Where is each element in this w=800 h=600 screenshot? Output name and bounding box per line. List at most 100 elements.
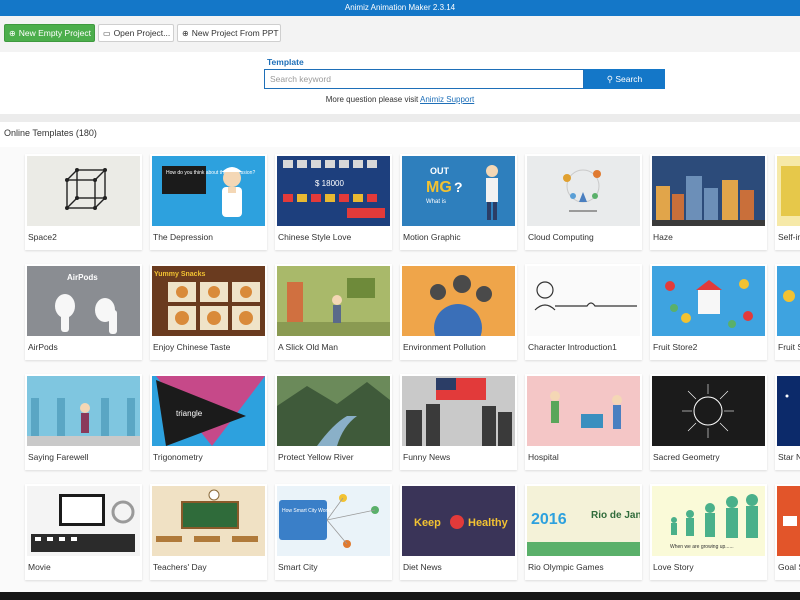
fruit-store-illustration [652,266,765,336]
template-grid: Space2 How do you think about the depres… [0,147,800,592]
new-empty-project-label: New Empty Project [18,28,91,38]
new-empty-project-button[interactable]: ⊕ New Empty Project [4,24,95,42]
template-card-a-slick-old-man[interactable]: A Slick Old Man [275,264,392,360]
template-card-space2[interactable]: Space2 [25,154,142,250]
help-text: More question please visit Animiz Suppor… [0,95,800,104]
template-card-hospital[interactable]: Hospital [525,374,642,470]
template-search-panel: Template ⚲ Search More question please v… [0,52,800,114]
template-card-protect-yellow-river[interactable]: Protect Yellow River [275,374,392,470]
teachers-day-illustration [152,486,265,556]
template-name: Space2 [28,232,57,242]
template-name: Environment Pollution [403,342,486,352]
template-card-diet-news[interactable]: Keep Healthy Diet News [400,484,517,580]
template-name: Protect Yellow River [278,452,354,462]
template-card-the-depression[interactable]: How do you think about the depression? T… [150,154,267,250]
template-card-movie[interactable]: Movie [25,484,142,580]
template-card-star-n[interactable]: Star N [775,374,800,470]
motion-graphic-illustration: OUT MG ? What is [402,156,515,226]
template-card-smart-city[interactable]: How Smart City Works ? Smart City [275,484,392,580]
star-n-illustration [777,376,800,446]
template-card-chinese-style-love[interactable]: $ 18000 Chinese Style Love [275,154,392,250]
template-card-character-introduction1[interactable]: Character Introduction1 [525,264,642,360]
template-name: Chinese Style Love [278,232,352,242]
old-man-illustration [277,266,390,336]
template-name: Diet News [403,562,442,572]
template-thumbnail [27,156,140,226]
search-button[interactable]: ⚲ Search [584,69,665,89]
rio-thumb-year: 2016 [531,511,567,528]
template-card-fruit-s[interactable]: Fruit S [775,264,800,360]
template-card-trigonometry[interactable]: triangle Trigonometry [150,374,267,470]
template-card-saying-farewell[interactable]: Saying Farewell [25,374,142,470]
diet-thumb-keep: Keep [414,517,441,529]
template-name: Cloud Computing [528,232,594,242]
template-thumbnail: Yummy Snacks [152,266,265,336]
airpods-thumb-title: AirPods [67,273,98,282]
template-card-enjoy-chinese-taste[interactable]: Yummy Snacks Enjoy Chinese Taste [150,264,267,360]
template-thumbnail: $ 18000 [277,156,390,226]
template-card-cloud-computing[interactable]: Cloud Computing [525,154,642,250]
cube-illustration [27,156,140,226]
help-message: More question please visit [325,95,419,104]
airpods-illustration: AirPods [27,266,140,336]
folder-icon: ▭ [103,29,111,38]
template-thumbnail: 2016 Rio de Janeiro [527,486,640,556]
window-title: Animiz Animation Maker 2.3.14 [344,3,456,12]
self-in-illustration [777,156,800,226]
template-name: Trigonometry [153,452,203,462]
goal-s-illustration [777,486,800,556]
plus-circle-icon: ⊕ [182,29,189,38]
template-card-love-story[interactable]: When we are growing up...... Love Story [650,484,767,580]
template-card-teachers-day[interactable]: Teachers' Day [150,484,267,580]
depression-illustration: How do you think about the depression? [152,156,265,226]
template-card-funny-news[interactable]: Funny News [400,374,517,470]
template-thumbnail [777,376,800,446]
template-thumbnail [27,376,140,446]
template-card-airpods[interactable]: AirPods AirPods [25,264,142,360]
template-name: Fruit S [778,342,800,352]
template-name: Fruit Store2 [653,342,698,352]
motion-thumb-mg: MG [426,179,452,196]
sacred-geometry-illustration [652,376,765,446]
template-thumbnail [27,486,140,556]
template-card-haze[interactable]: Haze [650,154,767,250]
template-card-goal-s[interactable]: Goal S [775,484,800,580]
template-name: Self-in [778,232,800,242]
movie-illustration [27,486,140,556]
template-thumbnail [277,266,390,336]
motion-thumb-what: What is [426,199,446,205]
template-name: A Slick Old Man [278,342,338,352]
template-name: Hospital [528,452,559,462]
farewell-illustration [27,376,140,446]
template-name: Teachers' Day [153,562,207,572]
template-card-self-in[interactable]: Self-in [775,154,800,250]
animiz-support-link[interactable]: Animiz Support [420,95,474,104]
online-templates-title: Online Templates (180) [4,128,97,138]
rio-olympic-illustration: 2016 Rio de Janeiro [527,486,640,556]
character-introduction-illustration [527,266,640,336]
template-name: Sacred Geometry [653,452,720,462]
template-name: Motion Graphic [403,232,461,242]
template-card-motion-graphic[interactable]: OUT MG ? What is Motion Graphic [400,154,517,250]
new-project-from-ppt-button[interactable]: ⊕ New Project From PPT [177,24,281,42]
template-thumbnail [652,376,765,446]
template-card-environment-pollution[interactable]: Environment Pollution [400,264,517,360]
template-thumbnail [402,266,515,336]
window-title-bar: Animiz Animation Maker 2.3.14 [0,0,800,16]
search-input[interactable] [264,69,584,89]
template-card-rio-olympic-games[interactable]: 2016 Rio de Janeiro Rio Olympic Games [525,484,642,580]
template-thumbnail: How do you think about the depression? [152,156,265,226]
template-name: Star N [778,452,800,462]
open-project-button[interactable]: ▭ Open Project... [98,24,174,42]
template-card-fruit-store2[interactable]: Fruit Store2 [650,264,767,360]
template-card-sacred-geometry[interactable]: Sacred Geometry [650,374,767,470]
template-name: Haze [653,232,673,242]
template-name: Enjoy Chinese Taste [153,342,231,352]
template-name: Movie [28,562,51,572]
love-thumb-text: When we are growing up...... [670,544,734,550]
search-button-label: Search [615,74,643,84]
diet-news-illustration: Keep Healthy [402,486,515,556]
template-name: Goal S [778,562,800,572]
cloud-computing-illustration [527,156,640,226]
toolbar: ⊕ New Empty Project ▭ Open Project... ⊕ New… [0,16,800,52]
